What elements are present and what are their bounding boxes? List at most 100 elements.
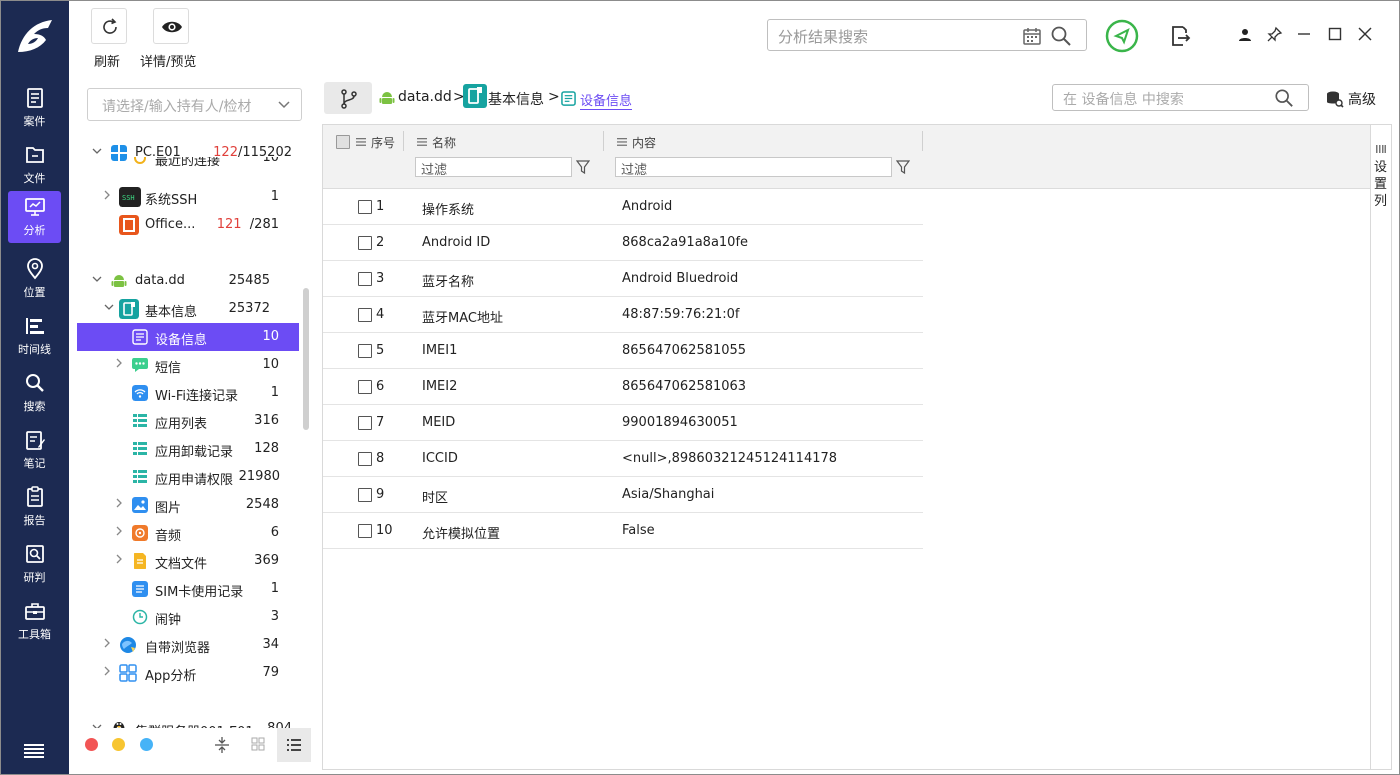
- table-row[interactable]: 4 蓝牙MAC地址 48:87:59:76:21:0f: [323, 297, 923, 333]
- table-row[interactable]: 8 ICCID <null>,89860321245124114178: [323, 441, 923, 477]
- minimize-icon[interactable]: [1296, 26, 1312, 42]
- tree-node-app-list[interactable]: 应用列表 316: [77, 407, 299, 435]
- advanced-search-button[interactable]: 高级: [1348, 89, 1376, 109]
- tree-node-browser[interactable]: 自带浏览器 34: [77, 631, 299, 659]
- chevron-right-icon[interactable]: [114, 554, 124, 564]
- tree-scrollbar[interactable]: [303, 288, 309, 430]
- nav-file[interactable]: 文件: [8, 139, 61, 191]
- nav-toolbox[interactable]: 工具箱: [8, 595, 61, 647]
- nav-location[interactable]: 位置: [8, 253, 61, 305]
- filter-icon[interactable]: [576, 160, 590, 174]
- chevron-right-icon[interactable]: [102, 190, 112, 200]
- chevron-down-icon[interactable]: [104, 302, 114, 312]
- search-submit-icon[interactable]: [1050, 25, 1072, 47]
- tree-node-recent-connection[interactable]: 最近的连接 10: [77, 157, 299, 171]
- chevron-down-icon[interactable]: [92, 274, 102, 284]
- row-checkbox[interactable]: [358, 236, 372, 250]
- breadcrumb-item-data-dd[interactable]: data.dd: [398, 89, 452, 105]
- nav-timeline[interactable]: 时间线: [8, 310, 61, 362]
- nav-note[interactable]: 笔记: [8, 424, 61, 476]
- table-row[interactable]: 2 Android ID 868ca2a91a8a10fe: [323, 225, 923, 261]
- database-search-icon[interactable]: [1326, 90, 1344, 108]
- calendar-icon[interactable]: [1022, 26, 1042, 46]
- table-row[interactable]: 7 MEID 99001894630051: [323, 405, 923, 441]
- chevron-down-icon[interactable]: [278, 100, 290, 110]
- row-checkbox[interactable]: [358, 416, 372, 430]
- tree-node-device-info[interactable]: 设备信息 10: [77, 323, 299, 351]
- export-icon[interactable]: [1169, 25, 1191, 47]
- chevron-down-icon[interactable]: [92, 146, 102, 156]
- content-filter-input[interactable]: 过滤: [615, 157, 892, 178]
- menu-icon[interactable]: [24, 744, 44, 758]
- row-checkbox[interactable]: [358, 524, 372, 538]
- pin-icon[interactable]: [1267, 26, 1283, 42]
- column-header-name[interactable]: 名称: [432, 134, 456, 151]
- branch-button[interactable]: [324, 82, 372, 114]
- table-row[interactable]: 1 操作系统 Android: [323, 189, 923, 225]
- nav-report[interactable]: 报告: [8, 481, 61, 533]
- tree-node-system-ssh[interactable]: SSH 系统SSH 1: [77, 183, 299, 211]
- tree-node-images[interactable]: 图片 2548: [77, 491, 299, 519]
- detail-preview-button[interactable]: [153, 8, 189, 44]
- chevron-right-icon[interactable]: [102, 666, 112, 676]
- row-checkbox[interactable]: [358, 380, 372, 394]
- maximize-icon[interactable]: [1327, 26, 1343, 42]
- table-row[interactable]: 6 IMEI2 865647062581063: [323, 369, 923, 405]
- tree-node-data-dd[interactable]: data.dd 25485: [77, 267, 299, 295]
- chevron-right-icon[interactable]: [114, 498, 124, 508]
- breadcrumb-item-device-info[interactable]: 设备信息: [580, 90, 633, 110]
- column-menu-icon[interactable]: [417, 138, 427, 146]
- chevron-right-icon[interactable]: [102, 638, 112, 648]
- detail-preview-label[interactable]: 详情/预览: [140, 51, 196, 70]
- tree-node-app-permission[interactable]: 应用申请权限 21980: [77, 463, 299, 491]
- breadcrumb-item-basic-info[interactable]: 基本信息: [488, 89, 544, 109]
- tree-node-app-uninstall[interactable]: 应用卸载记录 128: [77, 435, 299, 463]
- tree-node-sms[interactable]: 短信 10: [77, 351, 299, 379]
- column-settings-panel[interactable]: 设置列: [1370, 125, 1391, 769]
- column-menu-icon[interactable]: [356, 138, 366, 146]
- column-header-content[interactable]: 内容: [632, 134, 656, 151]
- row-checkbox[interactable]: [358, 452, 372, 466]
- nav-judge[interactable]: 研判: [8, 538, 61, 590]
- table-row[interactable]: 3 蓝牙名称 Android Bluedroid: [323, 261, 923, 297]
- column-header-index[interactable]: 序号: [371, 134, 395, 151]
- nav-analysis[interactable]: 分析: [8, 191, 61, 243]
- status-shield-icon[interactable]: [1105, 19, 1139, 53]
- row-checkbox[interactable]: [358, 272, 372, 286]
- tree-node-sim[interactable]: SIM卡使用记录 1: [77, 575, 299, 603]
- collapse-icon[interactable]: [214, 736, 230, 754]
- table-row[interactable]: 9 时区 Asia/Shanghai: [323, 477, 923, 513]
- tree-node-audio[interactable]: 音频 6: [77, 519, 299, 547]
- chevron-right-icon[interactable]: [114, 358, 124, 368]
- row-checkbox[interactable]: [358, 344, 372, 358]
- tree-node-app-analysis[interactable]: App分析 79: [77, 659, 299, 687]
- column-menu-icon[interactable]: [617, 138, 627, 146]
- refresh-button[interactable]: [91, 8, 127, 44]
- nav-search[interactable]: 搜索: [8, 367, 61, 419]
- table-row[interactable]: 5 IMEI1 865647062581055: [323, 333, 923, 369]
- nav-case[interactable]: 案件: [8, 82, 61, 134]
- tree-node-basic-info[interactable]: 基本信息 25372: [77, 295, 299, 323]
- chevron-right-icon[interactable]: [114, 526, 124, 536]
- tree-node-office[interactable]: Office... 121 /281: [77, 211, 299, 239]
- grid-view-icon[interactable]: [251, 737, 265, 751]
- refresh-label[interactable]: 刷新: [94, 51, 120, 70]
- close-icon[interactable]: [1357, 26, 1373, 42]
- row-checkbox[interactable]: [358, 488, 372, 502]
- name-filter-input[interactable]: 过滤: [415, 157, 572, 178]
- select-all-checkbox[interactable]: [336, 135, 350, 149]
- yellow-filter-dot[interactable]: [112, 738, 125, 751]
- list-view-button[interactable]: [277, 728, 311, 762]
- table-row[interactable]: 10 允许模拟位置 False: [323, 513, 923, 549]
- tree-node-documents[interactable]: 文档文件 369: [77, 547, 299, 575]
- tree-node-wifi[interactable]: Wi-Fi连接记录 1: [77, 379, 299, 407]
- filter-icon[interactable]: [896, 160, 910, 174]
- search-icon[interactable]: [1274, 88, 1294, 108]
- tree-node-alarm[interactable]: 闹钟 3: [77, 603, 299, 631]
- user-icon[interactable]: [1237, 27, 1253, 43]
- red-filter-dot[interactable]: [85, 738, 98, 751]
- row-checkbox[interactable]: [358, 200, 372, 214]
- holder-select-input[interactable]: 请选择/输入持有人/检材: [87, 88, 302, 121]
- blue-filter-dot[interactable]: [140, 738, 153, 751]
- table-search-input[interactable]: 在 设备信息 中搜索: [1052, 84, 1309, 111]
